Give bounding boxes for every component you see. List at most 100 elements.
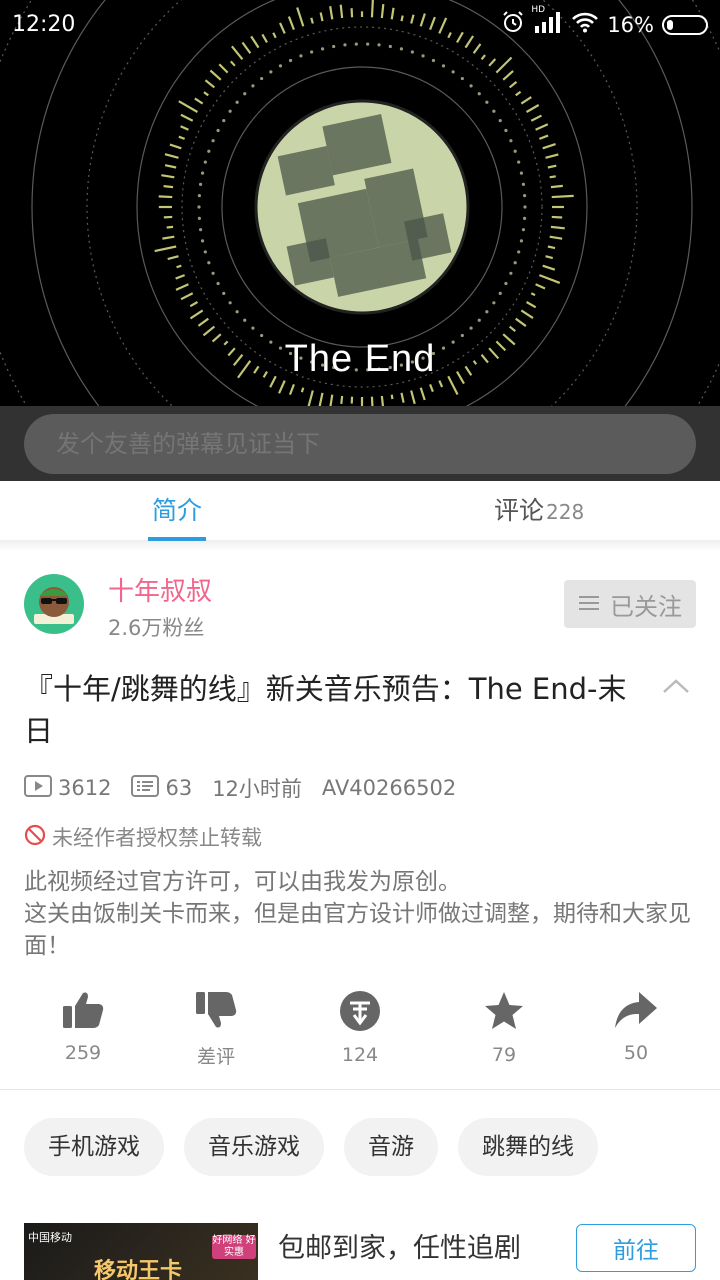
tag-chip[interactable]: 音乐游戏 <box>184 1118 324 1176</box>
visualizer-dot <box>441 64 446 68</box>
ad-image-title: 移动王卡 <box>94 1259 183 1280</box>
visualizer-bar <box>161 174 175 179</box>
china-mobile-logo: 中国移动 <box>28 1231 72 1244</box>
visualizer-bar <box>318 392 324 406</box>
coin-button[interactable]: 124 <box>310 990 410 1066</box>
dislike-button[interactable]: 差评 <box>166 990 266 1069</box>
visualizer-bar <box>300 387 305 393</box>
danmaku-input[interactable] <box>24 414 696 474</box>
visualizer-dot <box>228 109 232 113</box>
visualizer-dot <box>222 119 226 123</box>
share-icon <box>615 992 657 1028</box>
go-button[interactable]: 前往 <box>576 1224 696 1272</box>
video-player[interactable]: The End <box>0 0 720 406</box>
visualizer-dot <box>492 109 496 113</box>
visualizer-bar <box>180 125 189 131</box>
visualizer-bar <box>547 245 556 250</box>
visualizer-bar <box>549 175 556 179</box>
share-button[interactable]: 50 <box>586 990 686 1064</box>
visualizer-bar <box>197 317 209 327</box>
visualizer-bar <box>520 309 534 319</box>
visualizer-bar <box>400 392 405 403</box>
visualizer-dot <box>513 149 517 153</box>
ad-image[interactable]: 中国移动 移动王卡 好网络 好实惠 <box>24 1223 258 1280</box>
visualizer-bar <box>329 394 334 406</box>
dislike-label: 差评 <box>196 1046 235 1068</box>
visualizer-dot <box>235 310 239 314</box>
visualizer-bar <box>390 394 394 400</box>
tag-list: 手机游戏 音乐游戏 音游 跳舞的线 <box>24 1118 598 1176</box>
visualizer-dot <box>203 250 207 254</box>
visualizer-dot <box>203 160 207 164</box>
action-bar: 259 差评 124 79 50 <box>0 990 720 1090</box>
comment-count: 228 <box>546 500 585 524</box>
visualizer-dot <box>460 333 464 338</box>
visualizer-bar <box>203 91 209 97</box>
visualizer-bar <box>209 69 222 81</box>
coin-count: 124 <box>341 1044 379 1066</box>
visualizer-dot <box>278 64 283 68</box>
visualizer-dot <box>523 216 527 220</box>
like-button[interactable]: 259 <box>33 990 133 1064</box>
uploader-name[interactable]: 十年叔叔 <box>108 571 212 608</box>
danmaku-count-icon <box>131 774 160 802</box>
visualizer-dot <box>485 100 489 104</box>
visualizer-bar <box>480 54 486 61</box>
visualizer-bar <box>229 60 236 67</box>
visualizer-bar <box>178 100 199 113</box>
visualizer-bar <box>307 390 314 406</box>
visualizer-bar <box>515 317 527 327</box>
visualizer-dot <box>251 84 255 88</box>
visualizer-dot <box>200 239 205 243</box>
tab-bar: 简介 评论 228 <box>0 481 720 541</box>
visualizer-bar <box>550 184 563 189</box>
status-time: 12:20 <box>12 12 76 37</box>
visualizer-dot <box>222 291 226 295</box>
visualizer-dot <box>451 70 455 74</box>
ad-image-badge: 好网络 好实惠 <box>212 1235 256 1259</box>
visualizer-bar <box>180 292 194 301</box>
time-ago: 12小时前 <box>212 777 302 801</box>
visualizer-bar <box>175 274 186 280</box>
visualizer-bar <box>410 390 416 405</box>
battery-icon <box>662 14 708 35</box>
favorite-button[interactable]: 79 <box>454 990 554 1066</box>
visualizer-dot <box>269 70 273 74</box>
visualizer-dot <box>235 100 239 104</box>
video-description: 此视频经过官方许可，可以由我发为原创。 这关由饭制关卡而来，但是由官方设计师做过… <box>24 866 704 962</box>
visualizer-bar <box>380 395 385 406</box>
visualizer-bar <box>429 383 434 393</box>
visualizer-bar <box>551 194 574 199</box>
visualizer-dot <box>519 171 524 175</box>
visualizer-dot <box>299 54 303 58</box>
cover-art-block <box>403 213 452 261</box>
visualizer-dot <box>498 291 502 295</box>
tag-chip[interactable]: 手机游戏 <box>24 1118 164 1176</box>
visualizer-bar <box>288 383 295 395</box>
visualizer-dot <box>207 149 211 153</box>
visualizer-bar <box>502 70 514 81</box>
visualizer-dot <box>523 205 527 209</box>
tag-chip[interactable]: 音游 <box>344 1118 438 1176</box>
visualizer-dot <box>477 318 481 322</box>
visualizer-bar <box>545 255 554 260</box>
visualizer-bar <box>189 309 204 320</box>
view-count: 3612 <box>58 776 112 800</box>
visualizer-bar <box>515 90 522 97</box>
visualizer-bar <box>158 195 173 199</box>
ad-text[interactable]: 包邮到家，任性追剧 <box>278 1226 521 1265</box>
visualizer-dot <box>485 310 489 314</box>
visualizer-bar <box>438 380 444 388</box>
tag-chip[interactable]: 跳舞的线 <box>458 1118 598 1176</box>
visualizer-dot <box>504 128 508 133</box>
visualizer-bar <box>202 325 216 337</box>
tab-comments[interactable]: 评论 228 <box>494 481 584 541</box>
avatar[interactable] <box>24 574 84 634</box>
follow-button[interactable]: 已关注 <box>564 580 696 628</box>
chevron-up-icon[interactable] <box>660 674 692 698</box>
forbidden-icon <box>24 824 46 851</box>
visualizer-bar <box>535 283 546 290</box>
visualizer-bar <box>164 153 179 159</box>
tab-intro[interactable]: 简介 <box>147 481 207 541</box>
av-id: AV40266502 <box>321 776 457 800</box>
